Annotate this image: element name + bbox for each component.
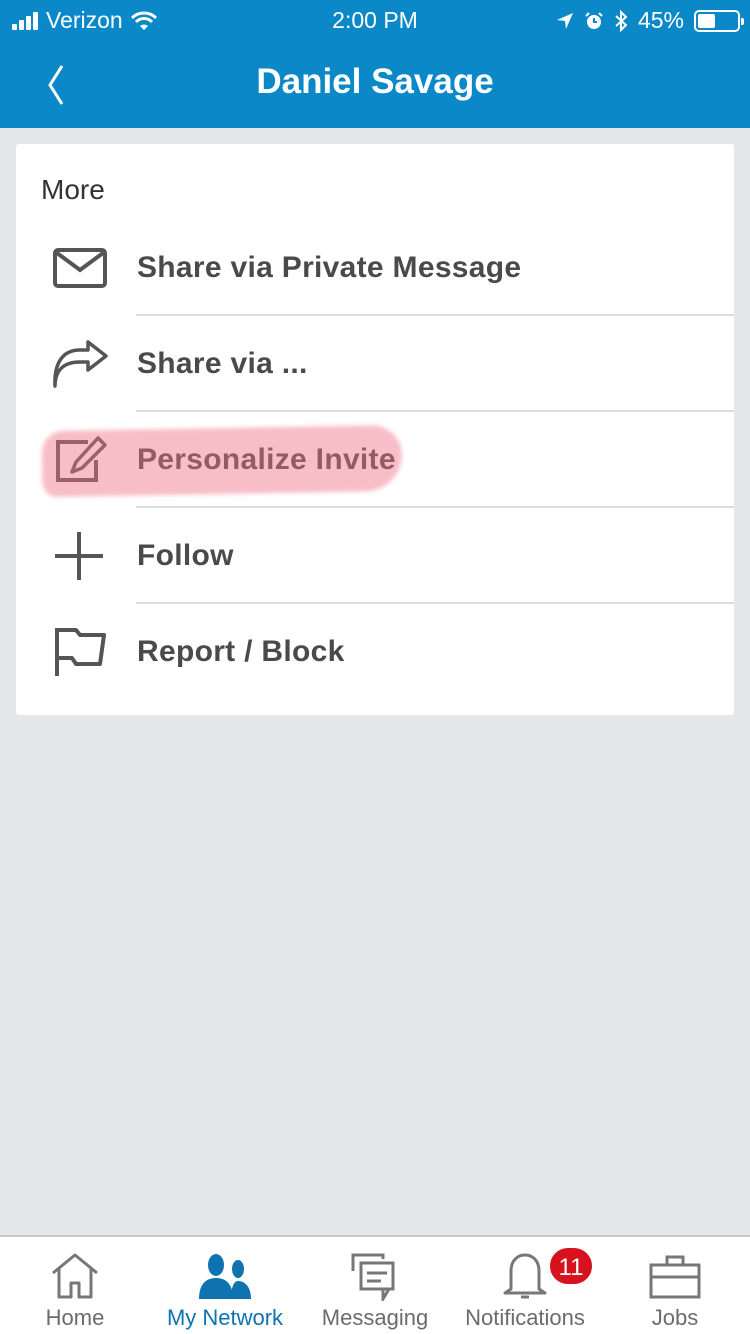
tab-messaging[interactable]: Messaging [300,1237,450,1334]
tab-my-network[interactable]: My Network [150,1237,300,1334]
battery-level [698,13,716,28]
notifications-badge: 11 [548,1246,594,1286]
annotation-highlight [41,424,403,498]
battery-icon [694,9,744,32]
alarm-icon [585,11,603,29]
tab-label: Notifications [465,1305,585,1330]
menu-item-label: Share via Private Message [137,251,522,284]
tab-jobs[interactable]: Jobs [600,1237,750,1334]
status-bar: Verizon 2:00 PM 45% [0,0,750,40]
menu-item-follow[interactable]: Follow [16,508,734,604]
page-title: Daniel Savage [256,62,494,101]
messaging-icon [351,1253,395,1301]
bluetooth-icon [615,9,628,32]
briefcase-icon [649,1255,701,1299]
menu-item-label: Report / Block [137,635,345,668]
envelope-icon [53,248,107,288]
battery-percent: 45% [637,7,684,33]
menu-item-label: Follow [137,539,234,572]
tab-home[interactable]: Home [0,1237,150,1334]
top-bar: Verizon 2:00 PM 45% Daniel Savage [0,0,750,128]
card-heading: More [41,174,105,205]
tab-label: Jobs [651,1305,699,1330]
tab-label: Home [45,1305,105,1330]
tab-label: Messaging [321,1305,429,1330]
plus-icon [55,532,103,580]
menu-item-label: Share via ... [137,347,308,380]
menu-item-share-private-message[interactable]: Share via Private Message [16,220,734,316]
bottom-tab-bar: Home My Network Messaging Notifications … [0,1235,750,1334]
share-arrow-icon [53,340,108,388]
navigation-bar: Daniel Savage [0,40,750,128]
home-icon [52,1253,98,1299]
bell-icon [503,1253,547,1299]
menu-item-report-block[interactable]: Report / Block [16,604,734,700]
menu-item-share-via[interactable]: Share via ... [16,316,734,412]
tab-label: My Network [166,1305,284,1330]
location-icon [556,12,573,29]
people-icon [199,1254,251,1299]
flag-icon [55,628,106,676]
